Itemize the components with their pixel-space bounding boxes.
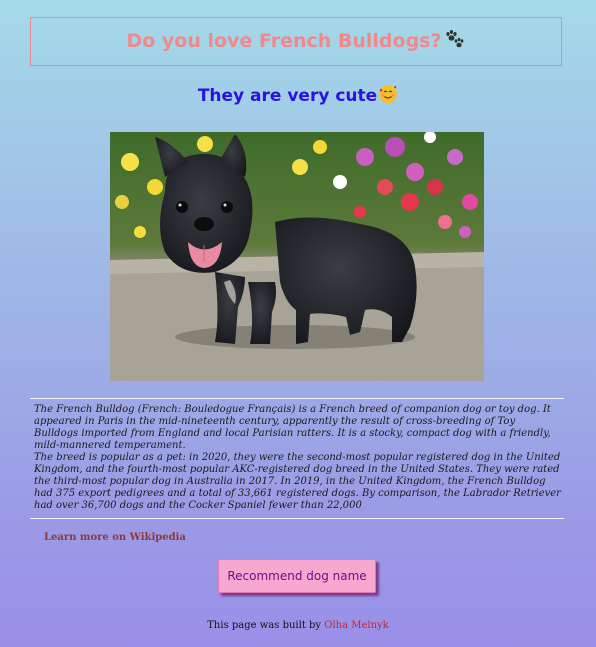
wikipedia-link[interactable]: Learn more on Wikipedia — [44, 532, 186, 543]
smiling-face-with-hearts-icon — [378, 84, 398, 109]
description-paragraph-1: The French Bulldog (French: Bouledogue F… — [34, 404, 551, 451]
paw-prints-icon — [444, 29, 466, 54]
footer-text: This page was built by — [207, 620, 325, 631]
recommend-dog-name-button[interactable]: Recommend dog name — [218, 559, 376, 593]
description-paragraph-2: The breed is popular as a pet: in 2020, … — [34, 452, 561, 511]
subtitle: They are very cute — [0, 84, 596, 109]
page-title: Do you love French Bulldogs? — [126, 29, 465, 54]
divider-top — [30, 398, 564, 399]
author-link[interactable]: Olha Melnyk — [324, 620, 388, 631]
divider-bottom — [30, 518, 564, 519]
header-box: Do you love French Bulldogs? — [30, 17, 562, 66]
footer: This page was built by Olha Melnyk — [0, 620, 596, 631]
french-bulldog-photo — [110, 132, 484, 381]
breed-description: The French Bulldog (French: Bouledogue F… — [34, 404, 562, 512]
